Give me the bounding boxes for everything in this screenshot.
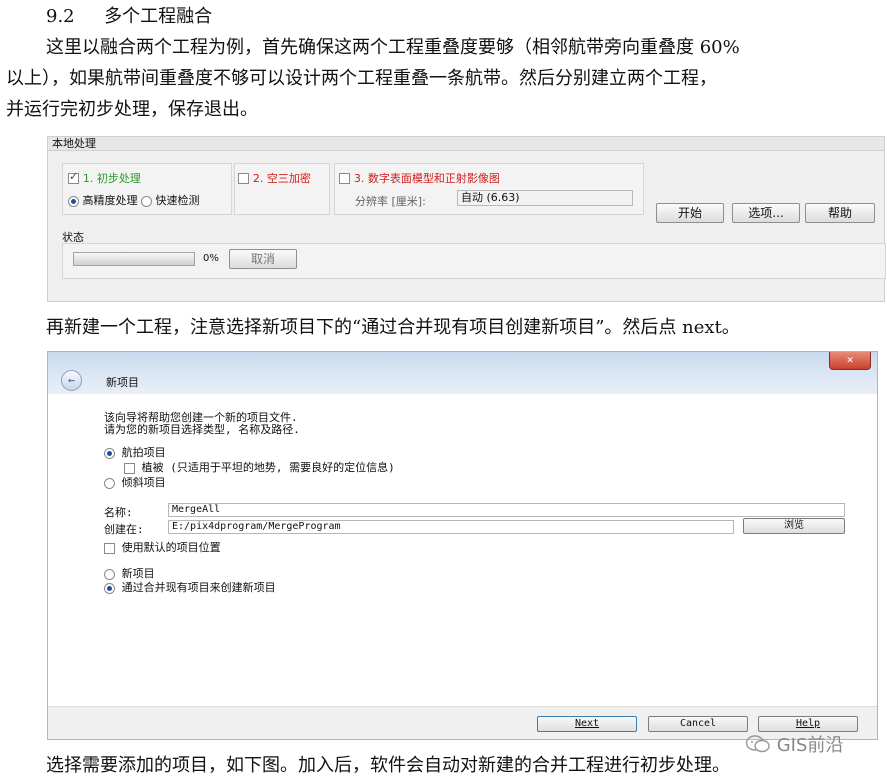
step3-label: 3. 数字表面模型和正射影像图 — [353, 172, 500, 185]
radio-oblique-option[interactable]: 倾斜项目 — [104, 474, 166, 490]
options-button[interactable]: 选项... — [732, 203, 800, 223]
progress-bar — [73, 252, 195, 266]
back-arrow-icon[interactable]: ← — [61, 370, 82, 391]
project-name-input[interactable]: MergeAll — [168, 503, 845, 517]
step1-option[interactable]: 1. 初步处理 — [68, 170, 141, 186]
default-location-checkbox[interactable] — [104, 542, 115, 554]
radio-oblique-indicator[interactable] — [104, 477, 115, 489]
heading-number: 9.2 — [46, 6, 75, 27]
paragraph-1-line-3: 并运行完初步处理，保存退出。 — [6, 99, 258, 120]
name-label: 名称: — [104, 506, 133, 519]
radio-fast-indicator[interactable] — [141, 195, 152, 207]
paragraph-2: 再新建一个工程，注意选择新项目下的“通过合并现有项目创建新项目”。然后点 nex… — [46, 317, 740, 338]
close-icon[interactable]: ✕ — [829, 352, 871, 370]
wechat-icon — [745, 735, 770, 753]
step2-group: 2. 空三加密 — [234, 163, 330, 215]
paragraph-3: 选择需要添加的项目，如下图。加入后，软件会自动对新建的合并工程进行初步处理。 — [46, 755, 730, 776]
progress-percent: 0% — [203, 253, 219, 264]
step2-checkbox[interactable] — [238, 173, 249, 184]
default-location-option[interactable]: 使用默认的项目位置 — [104, 539, 221, 555]
radio-aerial-label: 航拍项目 — [121, 446, 166, 459]
resolution-label: 分辨率 [厘米]: — [355, 195, 426, 208]
radio-merge-indicator[interactable] — [104, 582, 115, 594]
paragraph-1-line-1: 这里以融合两个工程为例，首先确保这两个工程重叠度要够（相邻航带旁向重叠度 60% — [46, 37, 740, 58]
processing-mode: 高精度处理 快速检测 — [68, 192, 200, 208]
radio-merge-label: 通过合并现有项目来创建新项目 — [121, 581, 276, 594]
step2-option[interactable]: 2. 空三加密 — [238, 170, 311, 186]
start-button[interactable]: 开始 — [656, 203, 724, 223]
radio-new-project-indicator[interactable] — [104, 568, 115, 580]
next-button[interactable]: Next — [537, 716, 637, 732]
local-processing-panel: 本地处理 1. 初步处理 高精度处理 快速检测 2. 空三加密 3. 数字表面模… — [47, 136, 886, 302]
intro-line-2: 请为您的新项目选择类型, 名称及路径. — [104, 423, 300, 436]
step3-group: 3. 数字表面模型和正射影像图 分辨率 [厘米]: 自动 (6.63) — [334, 163, 644, 215]
wizard-help-button[interactable]: Help — [758, 716, 858, 732]
wizard-cancel-button[interactable]: Cancel — [648, 716, 748, 732]
radio-aerial-indicator[interactable] — [104, 447, 115, 459]
radio-high-precision[interactable]: 高精度处理 — [68, 194, 138, 207]
radio-fast-label: 快速检测 — [155, 194, 200, 207]
step2-label: 2. 空三加密 — [252, 172, 311, 185]
panel-header: 本地处理 — [48, 137, 884, 151]
vegetation-checkbox[interactable] — [124, 462, 135, 474]
resolution-field[interactable]: 自动 (6.63) — [457, 190, 633, 206]
paragraph-1-line-2: 以上），如果航带间重叠度不够可以设计两个工程重叠一条航带。然后分别建立两个工程， — [6, 68, 717, 89]
radio-aerial-option[interactable]: 航拍项目 — [104, 444, 166, 460]
wizard-title: 新项目 — [106, 376, 139, 389]
cancel-button[interactable]: 取消 — [229, 249, 297, 269]
watermark-text: GIS前沿 — [776, 735, 844, 756]
new-project-wizard: ✕ ← 新项目 该向导将帮助您创建一个新的项目文件. 请为您的新项目选择类型, … — [47, 351, 878, 740]
help-button[interactable]: 帮助 — [805, 203, 875, 223]
watermark: GIS前沿 — [745, 731, 843, 757]
browse-button[interactable]: 浏览 — [743, 518, 845, 534]
section-heading: 9.2 多个工程融合 — [46, 7, 212, 27]
step1-group: 1. 初步处理 高精度处理 快速检测 — [62, 163, 232, 215]
step3-checkbox[interactable] — [339, 173, 350, 184]
step3-option[interactable]: 3. 数字表面模型和正射影像图 — [339, 170, 500, 186]
radio-high-label: 高精度处理 — [82, 194, 138, 207]
radio-oblique-label: 倾斜项目 — [121, 476, 166, 489]
step1-checkbox[interactable] — [68, 170, 79, 184]
radio-high-indicator[interactable] — [68, 195, 79, 207]
create-in-label: 创建在: — [104, 523, 144, 536]
heading-title: 多个工程融合 — [104, 6, 213, 27]
vegetation-option[interactable]: 植被 (只适用于平坦的地势, 需要良好的定位信息) — [124, 459, 395, 475]
default-location-label: 使用默认的项目位置 — [121, 541, 221, 554]
project-path-input[interactable]: E:/pix4dprogram/MergeProgram — [168, 520, 734, 534]
vegetation-label: 植被 (只适用于平坦的地势, 需要良好的定位信息) — [141, 461, 395, 474]
radio-merge-option[interactable]: 通过合并现有项目来创建新项目 — [104, 579, 276, 595]
step1-label: 1. 初步处理 — [82, 172, 141, 185]
radio-quick-check[interactable]: 快速检测 — [141, 194, 200, 207]
status-group: 0% 取消 — [62, 243, 886, 279]
wizard-titlebar — [48, 352, 877, 394]
